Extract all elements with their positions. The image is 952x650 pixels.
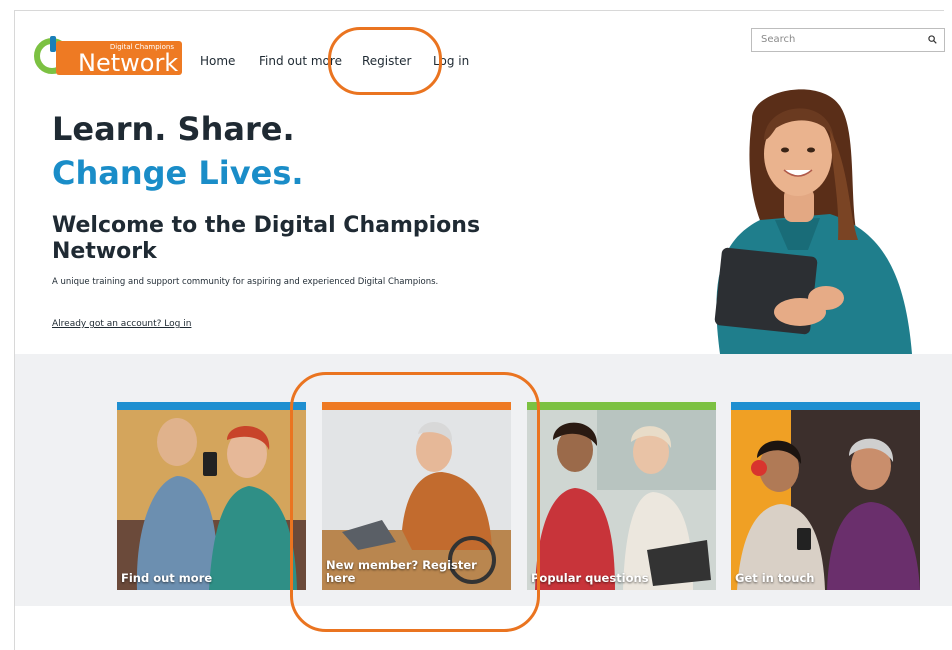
card-bar (527, 402, 716, 410)
search-input[interactable]: Search (751, 28, 945, 52)
card-find-out-more[interactable]: Find out more (117, 402, 306, 590)
card-bar (117, 402, 306, 410)
logo-badge: Digital Champions Network (56, 41, 182, 75)
hero-woman-image (714, 89, 912, 354)
search-placeholder: Search (761, 34, 796, 45)
hero-line-1: Learn. Share. (52, 110, 295, 148)
card-caption: Find out more (121, 571, 213, 585)
card-bar (731, 402, 920, 410)
nav-home[interactable]: Home (200, 54, 235, 68)
hero-line-2: Change Lives. (52, 154, 304, 192)
login-link[interactable]: Already got an account? Log in (52, 319, 191, 329)
card-popular-questions[interactable]: Popular questions (527, 402, 716, 590)
card-photo-couple (117, 410, 306, 590)
logo-main-text: Network (78, 49, 179, 77)
card-caption: Popular questions (531, 571, 649, 585)
highlight-register-nav (328, 27, 442, 95)
site-logo[interactable]: Digital Champions Network (34, 36, 182, 82)
card-get-in-touch[interactable]: Get in touch (731, 402, 920, 590)
welcome-heading: Welcome to the Digital Champions Network (52, 213, 481, 264)
highlight-register-card (290, 372, 540, 632)
card-photo-women-headphones (731, 410, 920, 590)
card-caption: Get in touch (735, 571, 815, 585)
card-photo-women-laptop (527, 410, 716, 590)
search-icon[interactable] (928, 35, 937, 44)
hero-lead: A unique training and support community … (52, 277, 439, 287)
